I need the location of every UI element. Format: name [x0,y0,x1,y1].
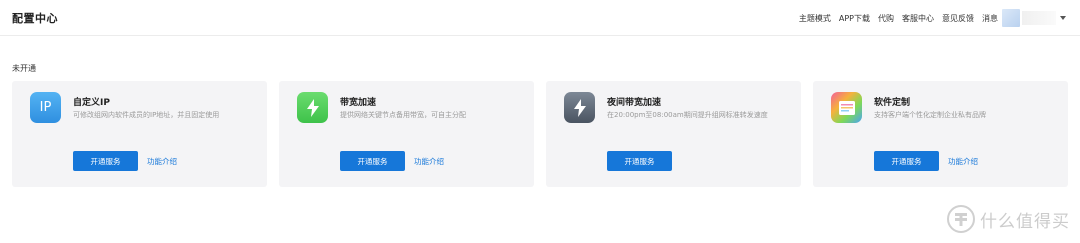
lightning-glyph [306,98,319,117]
top-bar: 配置中心 主题模式 APP下载 代购 客服中心 意见反馈 消息 [0,0,1080,36]
open-service-button[interactable]: 开通服务 [874,151,939,171]
nav-theme-mode[interactable]: 主题模式 [799,13,831,24]
lightning-glyph [573,98,586,117]
nav-feedback[interactable]: 意见反馈 [942,13,974,24]
service-card-night-bandwidth: 夜间带宽加速 在20:00pm至08:00am期间提升组网标准转发速度 开通服务 [546,81,801,187]
card-description: 在20:00pm至08:00am期间提升组网标准转发速度 [607,111,768,119]
open-service-button[interactable]: 开通服务 [340,151,405,171]
card-title: 软件定制 [874,98,911,108]
service-card-custom-ip: IP 自定义IP 可修改组网内软件成员的IP地址，并且固定使用 开通服务 功能介… [12,81,267,187]
open-service-button[interactable]: 开通服务 [73,151,138,171]
card-title: 自定义IP [73,98,110,108]
feature-intro-link[interactable]: 功能介绍 [147,156,177,167]
lightning-dark-icon [564,92,595,123]
card-title: 带宽加速 [340,98,377,108]
card-description: 提供网络关键节点备用带宽，可自主分配 [340,111,466,119]
ip-icon-text: IP [39,100,52,115]
watermark: 什么值得买 [946,203,1070,235]
service-cards: IP 自定义IP 可修改组网内软件成员的IP地址，并且固定使用 开通服务 功能介… [12,81,1068,187]
feature-intro-link[interactable]: 功能介绍 [414,156,444,167]
service-card-custom-software: 软件定制 支持客户端个性化定制企业私有品牌 开通服务 功能介绍 [813,81,1068,187]
feature-intro-link[interactable]: 功能介绍 [948,156,978,167]
lightning-icon [297,92,328,123]
custom-software-icon [831,92,862,123]
nav-support-center[interactable]: 客服中心 [902,13,934,24]
page-title: 配置中心 [12,12,58,25]
card-description: 可修改组网内软件成员的IP地址，并且固定使用 [73,111,220,119]
nav-messages[interactable]: 消息 [982,13,998,24]
card-title: 夜间带宽加速 [607,98,662,108]
ip-icon: IP [30,92,61,123]
username-blurred[interactable] [1022,11,1056,25]
open-service-button[interactable]: 开通服务 [607,151,672,171]
card-description: 支持客户端个性化定制企业私有品牌 [874,111,986,119]
watermark-logo-icon [947,205,975,233]
section-label: 未开通 [12,64,36,73]
nav-app-download[interactable]: APP下载 [839,13,870,24]
document-glyph [838,100,855,115]
avatar[interactable] [1002,9,1020,27]
nav-purchase[interactable]: 代购 [878,13,894,24]
watermark-text: 什么值得买 [980,211,1070,232]
service-card-bandwidth: 带宽加速 提供网络关键节点备用带宽，可自主分配 开通服务 功能介绍 [279,81,534,187]
top-nav: 主题模式 APP下载 代购 客服中心 意见反馈 消息 [791,8,1066,28]
chevron-down-icon[interactable] [1060,16,1066,20]
